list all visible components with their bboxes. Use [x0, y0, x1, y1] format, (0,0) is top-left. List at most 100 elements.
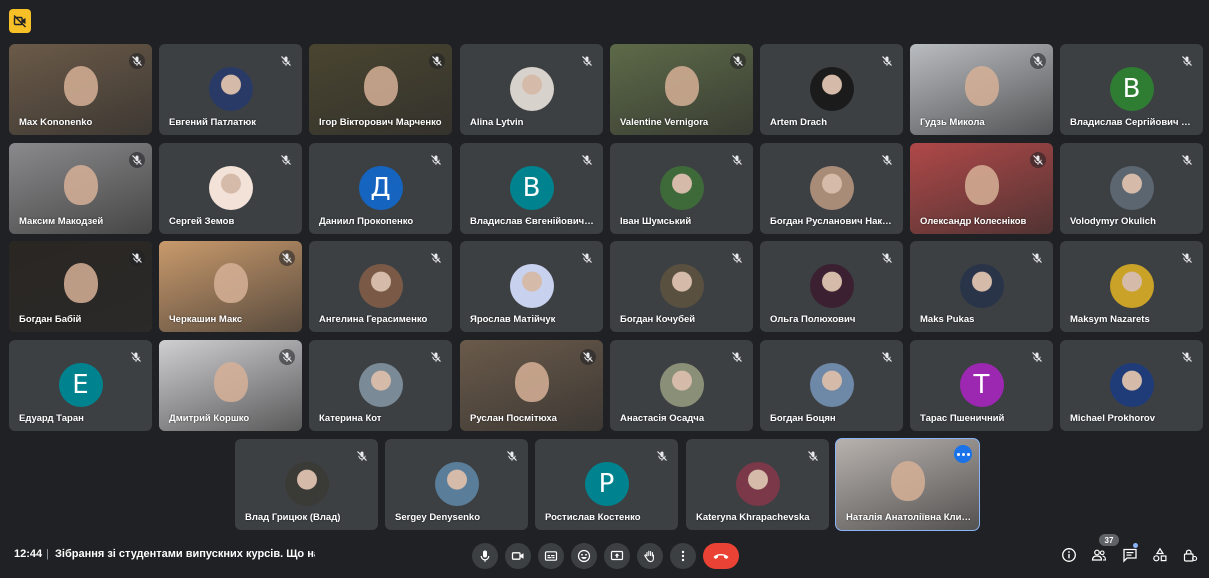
- camera-button[interactable]: [505, 543, 531, 569]
- participant-tile[interactable]: Богдан Боцян: [760, 340, 903, 431]
- avatar-photo: [959, 264, 1004, 308]
- participant-face: [213, 263, 248, 303]
- participant-name: Max Kononenko: [19, 117, 93, 128]
- participant-tile[interactable]: Олександр Колесніков: [910, 143, 1053, 234]
- avatar-letter: Т: [959, 363, 1004, 407]
- mic-muted-icon: [356, 449, 370, 463]
- mic-muted-icon: [581, 54, 595, 68]
- participant-name: Черкашин Макс: [169, 314, 243, 325]
- participant-tile[interactable]: Т Тарас Пшеничний: [910, 340, 1053, 431]
- participant-face: [890, 461, 925, 501]
- camera-off-indicator[interactable]: [9, 9, 31, 33]
- participant-face: [63, 263, 98, 303]
- meeting-title[interactable]: Зібрання зі студентами випускних курсів.…: [55, 548, 315, 560]
- participant-tile[interactable]: Sergey Denysenko: [385, 439, 528, 530]
- participant-tile[interactable]: Богдан Русланович Након...: [760, 143, 903, 234]
- mic-button[interactable]: [472, 543, 498, 569]
- participant-tile[interactable]: Катерина Кот: [309, 340, 452, 431]
- camera-off-icon: [13, 14, 27, 28]
- participant-tile[interactable]: Maksym Nazarets: [1060, 241, 1203, 332]
- emoji-icon: [577, 549, 591, 563]
- chat-button[interactable]: [1120, 545, 1140, 565]
- avatar-photo: [358, 264, 403, 308]
- participant-tile[interactable]: В Владислав Сергійович Тар...: [1060, 44, 1203, 135]
- participant-tile[interactable]: Alina Lytvin: [460, 44, 603, 135]
- present-button[interactable]: [604, 543, 630, 569]
- participant-tile[interactable]: Ігор Вікторович Марченко: [309, 44, 452, 135]
- participant-tile[interactable]: Наталія Анатоліївна Клим...: [835, 438, 980, 531]
- participant-tile[interactable]: Сергей Земов: [159, 143, 302, 234]
- participant-tile[interactable]: Черкашин Макс: [159, 241, 302, 332]
- emoji-button[interactable]: [571, 543, 597, 569]
- captions-button[interactable]: [538, 543, 564, 569]
- participant-tile[interactable]: Max Kononenko: [9, 44, 152, 135]
- participant-name: Сергей Земов: [169, 216, 235, 227]
- avatar-photo: [208, 67, 253, 111]
- bottom-bar: 12:44 | Зібрання зі студентами випускних…: [0, 533, 1209, 578]
- mic-muted-icon: [807, 449, 821, 463]
- tile-options-button[interactable]: [954, 445, 972, 463]
- mic-muted-icon: [1181, 350, 1195, 364]
- participant-tile[interactable]: Евгений Патлатюк: [159, 44, 302, 135]
- avatar-photo: [1109, 363, 1154, 407]
- participant-tile[interactable]: Руслан Посмітюха: [460, 340, 603, 431]
- participant-tile[interactable]: Богдан Кочубей: [610, 241, 753, 332]
- avatar-letter: Е: [58, 363, 103, 407]
- participant-tile[interactable]: Дмитрий Коршко: [159, 340, 302, 431]
- participant-face: [63, 66, 98, 106]
- mic-muted-icon: [580, 349, 596, 365]
- participant-name: Владислав Сергійович Тар...: [1070, 117, 1195, 128]
- mic-muted-icon: [881, 251, 895, 265]
- participant-name: Artem Drach: [770, 117, 828, 128]
- mic-muted-icon: [1031, 251, 1045, 265]
- mic-muted-icon: [430, 350, 444, 364]
- mic-muted-icon: [731, 251, 745, 265]
- meeting-clock: 12:44: [14, 548, 43, 560]
- mic-muted-icon: [581, 251, 595, 265]
- participant-tile[interactable]: Богдан Бабій: [9, 241, 152, 332]
- participant-tile[interactable]: Максим Макодзей: [9, 143, 152, 234]
- host-controls-button[interactable]: [1180, 545, 1200, 565]
- participant-tile[interactable]: Анастасія Осадча: [610, 340, 753, 431]
- participant-tile[interactable]: Artem Drach: [760, 44, 903, 135]
- mic-muted-icon: [1030, 53, 1046, 69]
- participant-tile[interactable]: В Владислав Євгенійович В...: [460, 143, 603, 234]
- mic-muted-icon: [130, 350, 144, 364]
- participant-tile[interactable]: Е Едуард Таран: [9, 340, 152, 431]
- mic-muted-icon: [129, 250, 145, 266]
- mic-muted-icon: [731, 153, 745, 167]
- participant-tile[interactable]: Р Ростислав Костенко: [535, 439, 678, 530]
- avatar-letter: Д: [358, 166, 403, 210]
- participant-tile[interactable]: Maks Pukas: [910, 241, 1053, 332]
- activities-button[interactable]: [1150, 545, 1170, 565]
- participant-tile[interactable]: Гудзь Микола: [910, 44, 1053, 135]
- participant-name: Ольга Полюхович: [770, 314, 856, 325]
- mic-muted-icon: [429, 53, 445, 69]
- mic-muted-icon: [506, 449, 520, 463]
- participant-name: Volodymyr Okulich: [1070, 216, 1156, 227]
- avatar-photo: [1109, 166, 1154, 210]
- participant-name: Гудзь Микола: [920, 117, 985, 128]
- participant-tile[interactable]: Ангелина Герасименко: [309, 241, 452, 332]
- participant-tile[interactable]: Влад Грицюк (Влад): [235, 439, 378, 530]
- meeting-details-button[interactable]: [1059, 545, 1079, 565]
- leave-call-button[interactable]: [703, 543, 739, 569]
- participant-tile[interactable]: Ольга Полюхович: [760, 241, 903, 332]
- people-icon: [1091, 549, 1107, 561]
- raise-hand-button[interactable]: [637, 543, 663, 569]
- participant-tile[interactable]: Kateryna Khrapachevska: [686, 439, 829, 530]
- participant-tile[interactable]: Іван Шумський: [610, 143, 753, 234]
- clock-separator: |: [46, 548, 49, 560]
- mic-muted-icon: [129, 152, 145, 168]
- avatar-photo: [284, 462, 329, 506]
- participant-tile[interactable]: Ярослав Матійчук: [460, 241, 603, 332]
- participant-tile[interactable]: Michael Prokhorov: [1060, 340, 1203, 431]
- people-button[interactable]: [1089, 545, 1109, 565]
- camera-icon: [511, 552, 524, 560]
- avatar-photo: [809, 264, 854, 308]
- more-options-button[interactable]: [670, 543, 696, 569]
- avatar-photo: [735, 462, 780, 506]
- participant-tile[interactable]: Д Даниил Прокопенко: [309, 143, 452, 234]
- participant-tile[interactable]: Valentine Vernigora: [610, 44, 753, 135]
- participant-tile[interactable]: Volodymyr Okulich: [1060, 143, 1203, 234]
